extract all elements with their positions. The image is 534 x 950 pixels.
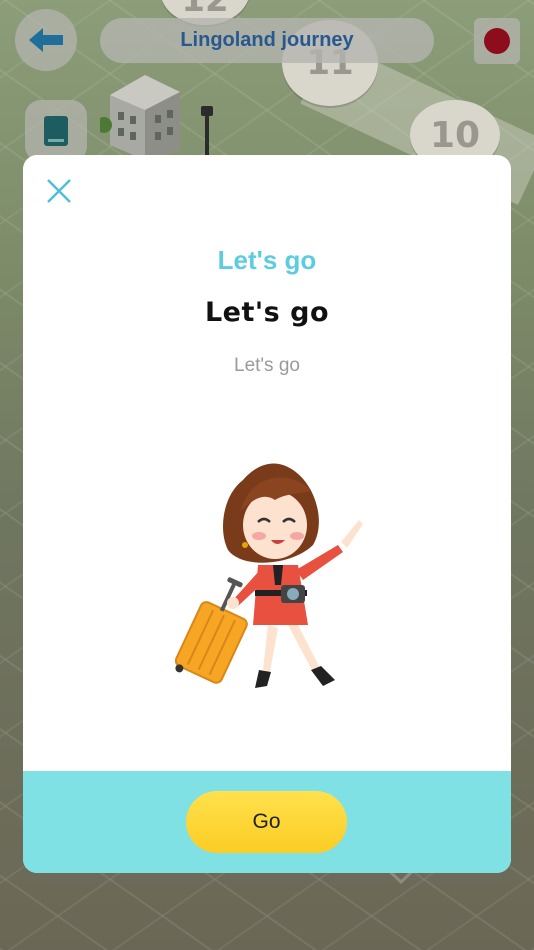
book-icon <box>44 116 68 146</box>
page-title: Lingoland journey <box>100 18 434 63</box>
close-icon[interactable] <box>43 175 75 207</box>
back-button[interactable] <box>15 9 77 71</box>
flag-icon <box>484 28 510 54</box>
arrow-left-icon <box>29 28 63 52</box>
traveler-illustration <box>174 463 363 688</box>
language-flag-button[interactable] <box>474 18 520 64</box>
go-button[interactable]: Go <box>186 791 347 853</box>
phrase-title: Let's go <box>217 245 317 275</box>
lesson-modal: Let's go Let's go Let's go Go <box>23 155 511 873</box>
phrase-hint: Let's go <box>234 355 300 376</box>
book-button[interactable] <box>25 100 87 162</box>
building-illustration <box>100 75 180 160</box>
phrase-native: Let's go <box>204 297 330 328</box>
street-lamp <box>201 106 213 157</box>
modal-footer: Go <box>23 771 511 873</box>
